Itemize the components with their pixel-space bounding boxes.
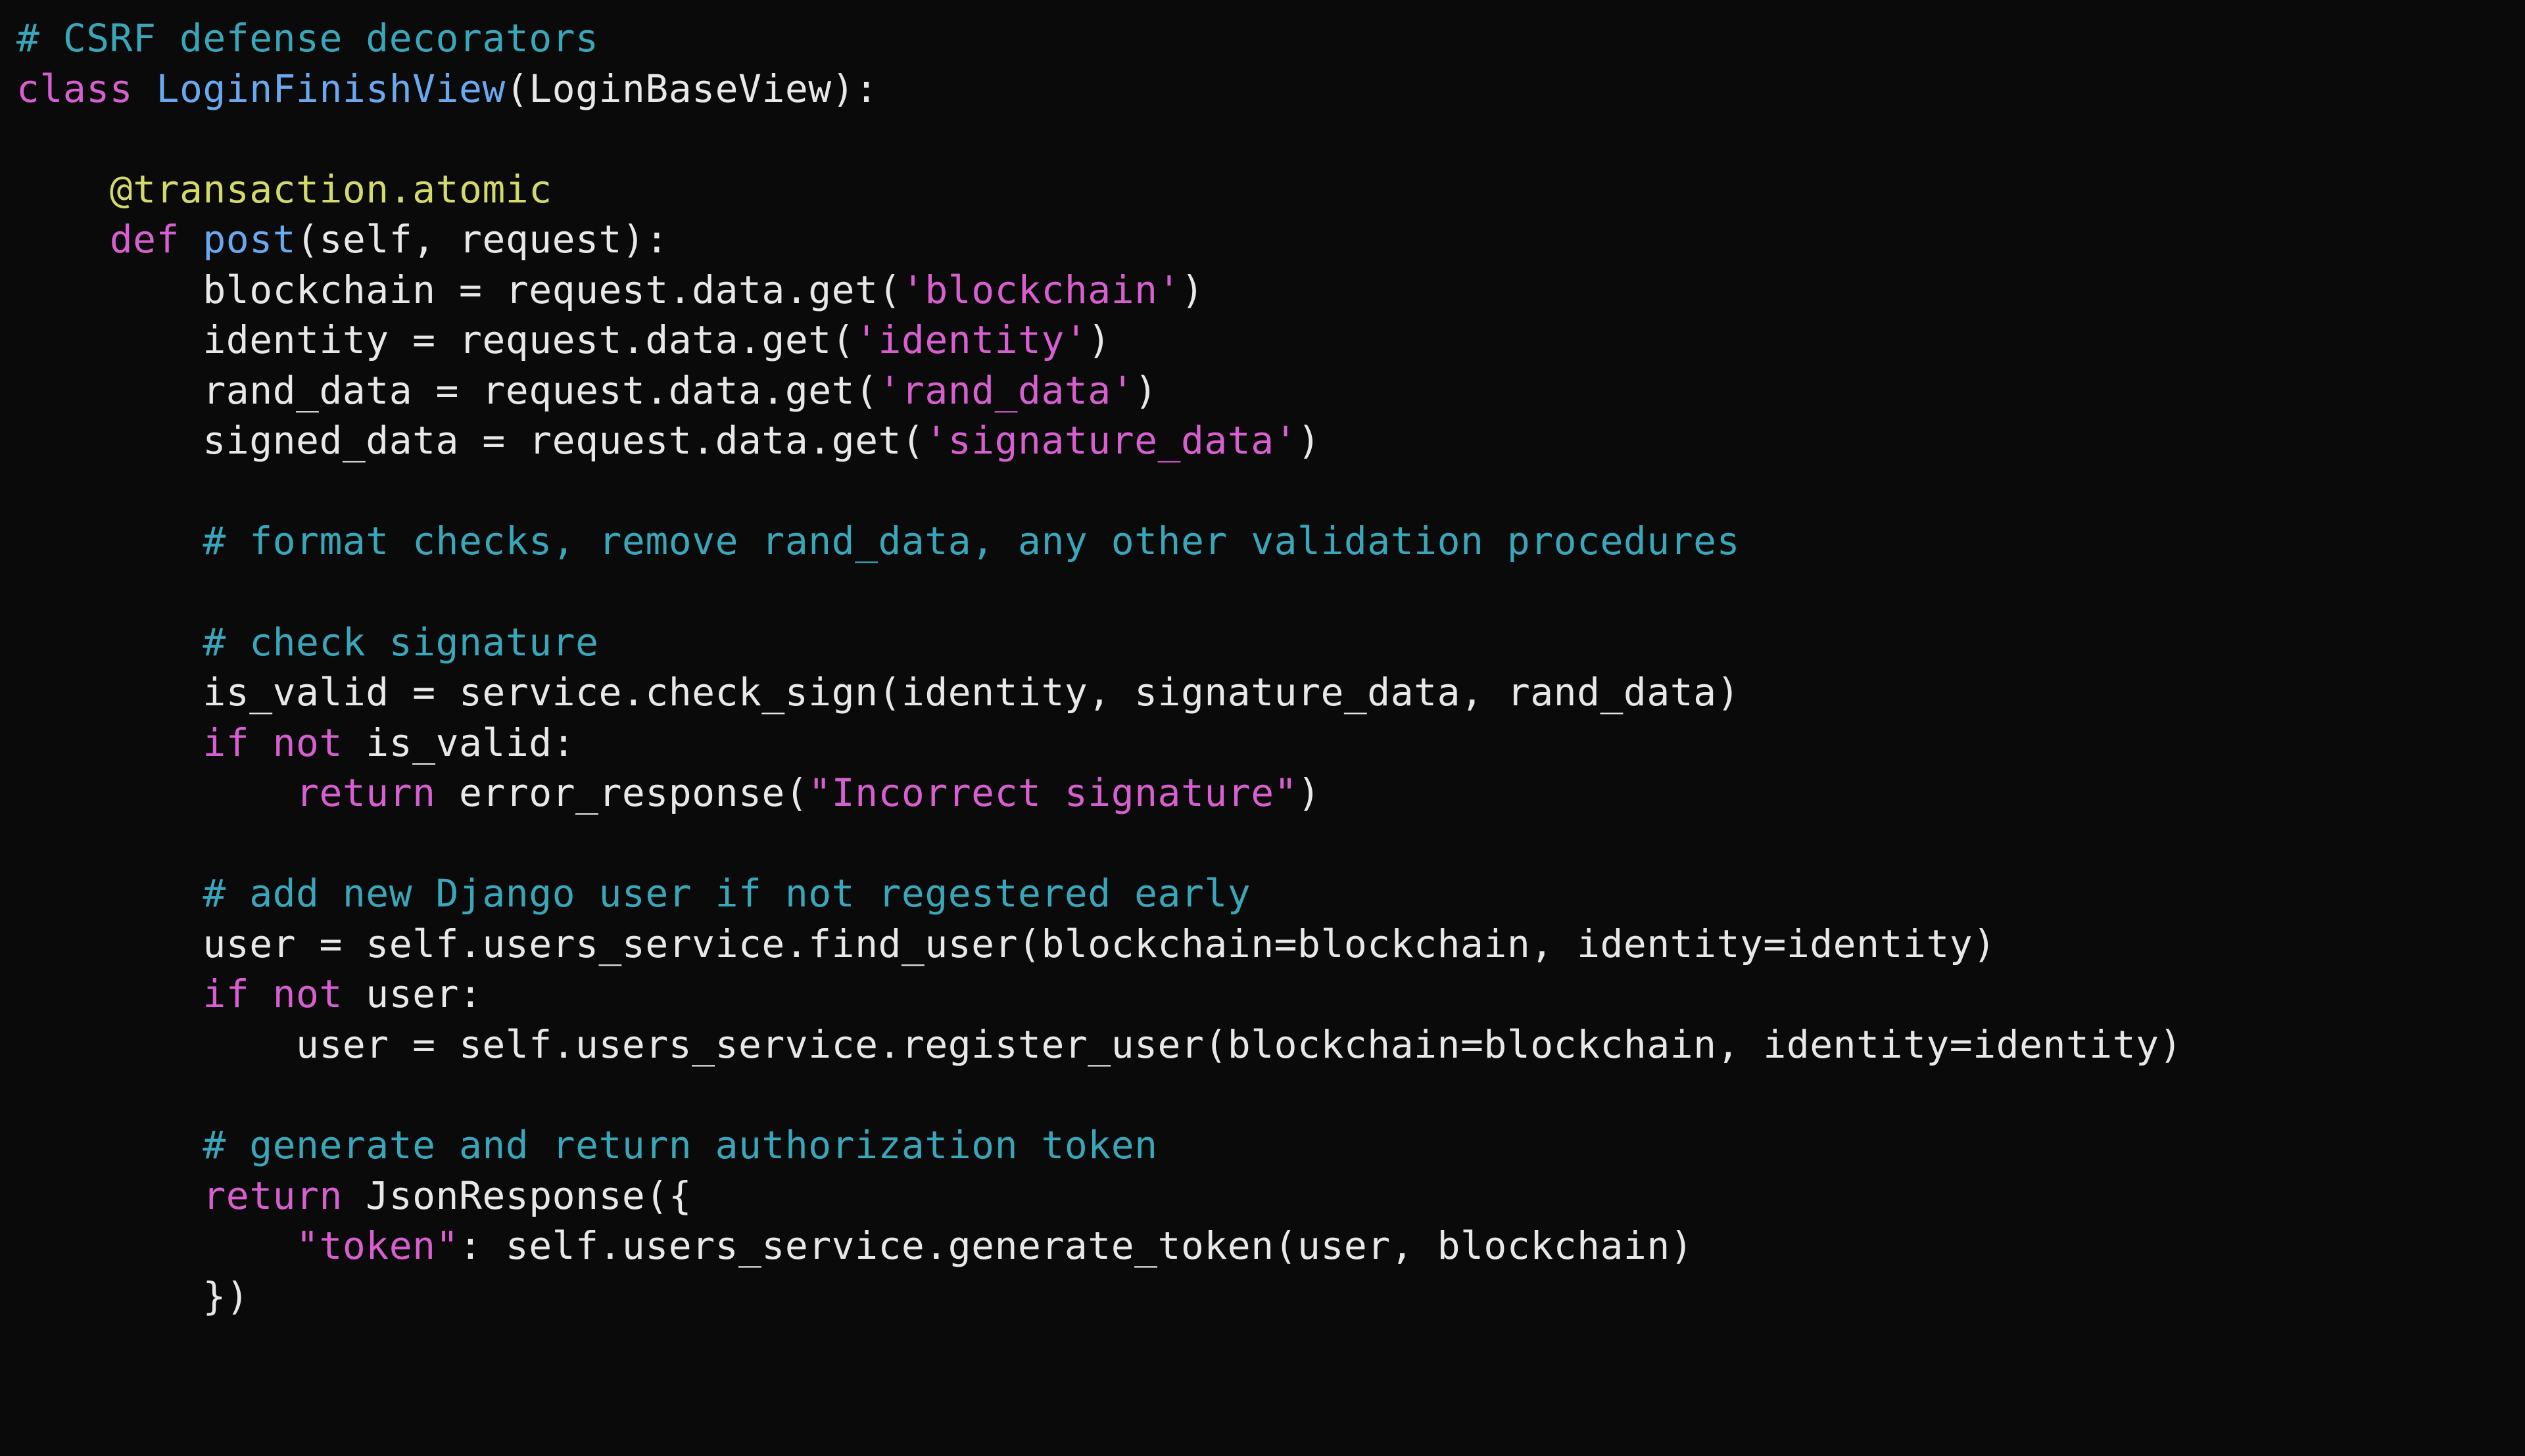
code-text: is_valid: [343,720,575,765]
code-text: identity = request.data.get( [203,317,855,362]
code-editor[interactable]: # CSRF defense decorators class LoginFin… [0,0,2525,1334]
string-literal: 'rand_data' [878,368,1135,413]
code-text: : self.users_service.generate_token(user… [459,1223,1693,1268]
string-literal: "Incorrect signature" [808,770,1297,815]
string-literal: 'identity' [855,317,1088,362]
class-name: LoginFinishView [156,66,506,111]
base-class: LoginBaseView [529,66,831,111]
string-literal: 'signature_data' [925,418,1297,463]
comment: # check signature [203,620,598,665]
code-text: user = self.users_service.find_user(bloc… [203,922,1996,966]
code-text: user = self.users_service.register_user(… [296,1022,2182,1067]
code-text: ) [1134,368,1157,413]
code-text: ( [506,66,529,111]
code-text: signed_data = request.data.get( [203,418,925,463]
keyword-class: class [16,66,133,111]
keyword-not: not [273,972,343,1016]
keyword-not: not [273,720,343,765]
code-text: ) [1088,317,1111,362]
keyword-if: if [203,972,249,1016]
string-literal: "token" [296,1223,459,1268]
string-literal: 'blockchain' [902,268,1181,312]
keyword-def: def [110,217,180,262]
comment: # generate and return authorization toke… [203,1123,1157,1167]
code-text: ) [1297,770,1320,815]
keyword-return: return [296,770,436,815]
comment: # CSRF defense decorators [16,16,598,60]
function-name: post [203,217,296,262]
code-text: rand_data = request.data.get( [203,368,878,413]
code-text: error_response( [436,770,809,815]
keyword-if: if [203,720,249,765]
code-text: user: [343,972,483,1016]
decorator: @transaction.atomic [110,167,552,212]
comment: # add new Django user if not regestered … [203,871,1251,916]
keyword-return: return [203,1173,343,1218]
code-text: }) [203,1274,249,1319]
code-text: ) [1297,418,1320,463]
code-text: ) [1181,268,1204,312]
code-text: ): [832,66,878,111]
code-text: JsonResponse({ [343,1173,692,1218]
code-text: (self, request): [296,217,669,262]
code-text: is_valid = service.check_sign(identity, … [203,670,1740,715]
code-text: blockchain = request.data.get( [203,268,902,312]
comment: # format checks, remove rand_data, any o… [203,519,1740,563]
